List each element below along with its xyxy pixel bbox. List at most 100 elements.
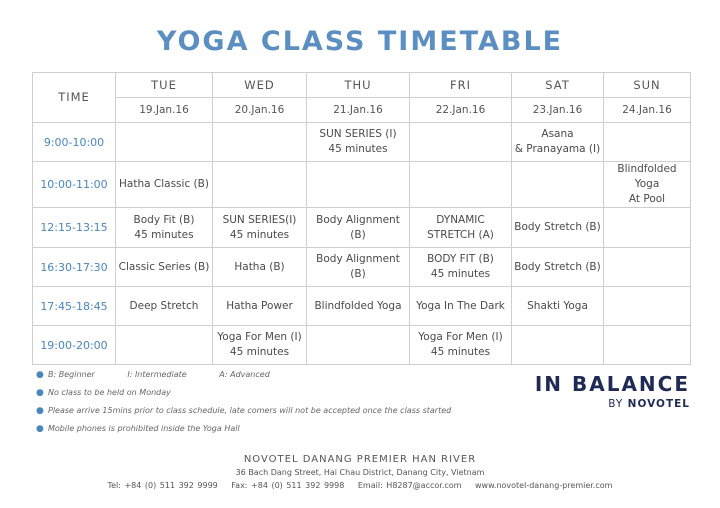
class-detail: STRETCH (A) <box>427 228 494 241</box>
bullet-icon: ● <box>36 424 44 434</box>
note-item: ● Mobile phones is prohibited inside the… <box>36 424 451 434</box>
date-header: 22.Jan.16 <box>409 97 512 123</box>
time-slot: 19:00-20:00 <box>32 325 116 365</box>
empty-cell <box>409 122 512 162</box>
empty-cell <box>212 122 307 162</box>
contact-line: Tel: +84 (0) 511 392 9999 Fax: +84 (0) 5… <box>0 481 720 490</box>
class-detail: 45 minutes <box>229 228 290 241</box>
empty-cell <box>603 286 691 326</box>
class-cell: SUN SERIES(I) 45 minutes <box>212 207 307 248</box>
time-slot: 17:45-18:45 <box>32 286 116 326</box>
bullet-icon: ● <box>36 388 44 398</box>
timetable-row: 10:00-11:00 Hatha Classic (B) Blindfolded … <box>32 161 691 208</box>
class-name: BODY FIT (B) <box>427 253 494 265</box>
brand-logo: IN BALANCE BY NOVOTEL <box>535 372 690 410</box>
empty-cell <box>511 161 604 208</box>
class-cell: DYNAMIC STRETCH (A) <box>409 207 512 248</box>
contact-website[interactable]: www.novotel-danang-premier.com <box>475 481 612 490</box>
brand-by: BY <box>608 398 624 410</box>
class-cell: Yoga For Men (I) 45 minutes <box>409 325 512 365</box>
note-text: No class to be held on Monday <box>48 388 171 397</box>
empty-cell <box>511 325 604 365</box>
empty-cell <box>603 325 691 365</box>
day-header: SAT <box>511 72 604 98</box>
bullet-icon: ● <box>36 370 44 380</box>
class-cell: Blindfolded Yoga At Pool <box>603 161 691 208</box>
contact-tel: Tel: +84 (0) 511 392 9999 <box>107 481 218 490</box>
class-cell: SUN SERIES (I) 45 minutes <box>306 122 410 162</box>
class-name: Classic Series (B) <box>118 260 210 273</box>
notes: ● B: Beginner I: Intermediate A: Advance… <box>36 370 451 442</box>
date-header-row: 19.Jan.16 20.Jan.16 21.Jan.16 22.Jan.16 … <box>33 97 691 123</box>
class-cell: Asana & Pranayama (I) <box>511 122 604 162</box>
class-detail: At Pool <box>628 193 666 205</box>
timetable: TIME TUE WED THU FRI SAT SUN 19.Jan.16 2… <box>32 72 691 365</box>
empty-cell <box>409 161 512 208</box>
class-name: Yoga For Men (I) <box>418 331 503 343</box>
legend-note: ● B: Beginner I: Intermediate A: Advance… <box>36 370 451 380</box>
legend-beginner: B: Beginner <box>48 370 95 379</box>
class-name: Body Alignment (B) <box>316 213 400 241</box>
timetable-row: 12:15-13:15 Body Fit (B) 45 minutes SUN SER… <box>32 207 691 248</box>
brand-byline: BY NOVOTEL <box>535 398 690 410</box>
date-header: 21.Jan.16 <box>306 97 410 123</box>
empty-cell <box>603 122 691 162</box>
class-cell: Deep Stretch <box>115 286 213 326</box>
class-detail: 45 minutes <box>134 228 194 241</box>
note-text: Please arrive 15mins prior to class sche… <box>48 406 452 415</box>
day-header: THU <box>306 72 410 98</box>
footer: NOVOTEL DANANG PREMIER HAN RIVER 36 Bach… <box>0 454 720 490</box>
class-detail: 45 minutes <box>430 346 491 358</box>
class-cell: Body Fit (B) 45 minutes <box>115 207 213 248</box>
day-header: FRI <box>409 72 512 98</box>
brand-name: IN BALANCE <box>534 372 690 396</box>
class-detail: 45 minutes <box>229 346 290 358</box>
class-cell: Body Alignment (B) <box>306 207 410 248</box>
note-text: Mobile phones is prohibited inside the Y… <box>48 424 240 433</box>
empty-cell <box>115 325 213 365</box>
class-name: Deep Stretch <box>129 299 199 312</box>
class-cell: Hatha (B) <box>212 247 307 287</box>
page-title: YOGA CLASS TIMETABLE <box>156 26 564 57</box>
class-cell: Body Stretch (B) <box>511 207 604 248</box>
class-name: Blindfolded Yoga <box>314 299 402 312</box>
empty-cell <box>306 161 410 208</box>
empty-cell <box>115 122 213 162</box>
empty-cell <box>306 325 410 365</box>
empty-cell <box>603 207 691 248</box>
class-cell: Yoga In The Dark <box>409 286 512 326</box>
time-slot: 12:15-13:15 <box>32 207 116 248</box>
class-name: Body Stretch (B) <box>514 221 601 233</box>
class-name: Asana <box>541 128 574 140</box>
time-slot: 10:00-11:00 <box>32 161 116 208</box>
hotel-name: NOVOTEL DANANG PREMIER HAN RIVER <box>243 454 477 465</box>
timetable-row: 19:00-20:00 Yoga For Men (I) 45 minutes Yog… <box>32 325 691 365</box>
empty-cell <box>603 247 691 287</box>
class-cell: Blindfolded Yoga <box>306 286 410 326</box>
class-detail: & Pranayama (I) <box>514 143 601 155</box>
day-header: TUE <box>115 72 213 98</box>
legend-intermediate: I: Intermediate <box>127 370 187 379</box>
timetable-body: 9:00-10:00 SUN SERIES (I) 45 minutes Asana &… <box>32 122 691 365</box>
class-cell: Shakti Yoga <box>511 286 604 326</box>
brand-company: NOVOTEL <box>627 398 690 410</box>
contact-fax: Fax: +84 (0) 511 392 9998 <box>231 481 345 490</box>
timetable-row: 9:00-10:00 SUN SERIES (I) 45 minutes Asana &… <box>32 122 691 162</box>
class-name: Yoga For Men (I) <box>217 331 302 343</box>
class-cell: BODY FIT (B) 45 minutes <box>409 247 512 287</box>
time-slot: 9:00-10:00 <box>32 122 116 162</box>
class-cell: Body Stretch (B) <box>511 247 604 287</box>
class-name: SUN SERIES(I) <box>222 213 297 226</box>
class-name: Body Alignment (B) <box>316 253 400 280</box>
class-name: Body Fit (B) <box>133 213 195 226</box>
time-slot: 16:30-17:30 <box>32 247 116 287</box>
class-cell: Hatha Power <box>212 286 307 326</box>
contact-email[interactable]: Email: H8287@accor.com <box>358 481 462 490</box>
timetable-row: 16:30-17:30 Classic Series (B) Hatha (B) Bo… <box>32 247 691 287</box>
class-cell: Hatha Classic (B) <box>115 161 213 208</box>
class-detail: 45 minutes <box>328 143 388 155</box>
class-name: Yoga In The Dark <box>416 299 505 312</box>
date-header: 19.Jan.16 <box>115 97 213 123</box>
class-cell: Yoga For Men (I) 45 minutes <box>212 325 307 365</box>
hotel-address: 36 Bach Dang Street, Hai Chau District, … <box>235 468 485 477</box>
